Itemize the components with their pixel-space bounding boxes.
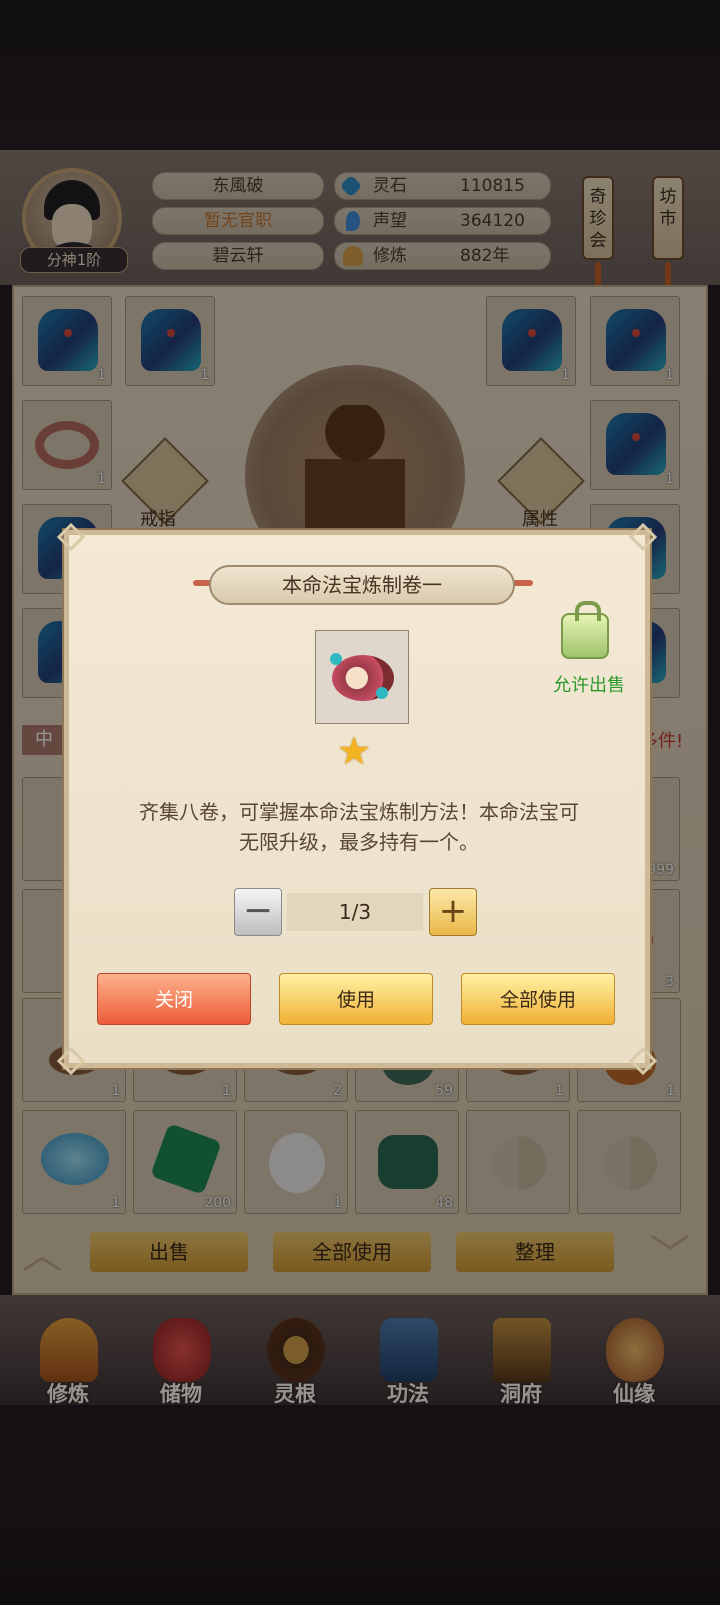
dialog-title: 本命法宝炼制卷一 [209, 565, 515, 605]
use-button[interactable]: 使用 [279, 973, 433, 1025]
item-description: 齐集八卷，可掌握本命法宝炼制方法！本命法宝可 无限升级，最多持有一个。 [99, 797, 619, 857]
description-line: 齐集八卷，可掌握本命法宝炼制方法！本命法宝可 [139, 800, 579, 824]
decrease-button[interactable]: − [234, 888, 282, 936]
use-all-button[interactable]: 全部使用 [461, 973, 615, 1025]
unlock-icon [561, 601, 609, 659]
close-button[interactable]: 关闭 [97, 973, 251, 1025]
description-line: 无限升级，最多持有一个。 [239, 830, 479, 854]
bead-icon [376, 687, 388, 699]
quantity-display: 1/3 [287, 893, 423, 931]
item-dialog: 本命法宝炼制卷一 ★ 允许出售 齐集八卷，可掌握本命法宝炼制方法！本命法宝可 无… [56, 522, 658, 1076]
item-preview [315, 630, 409, 724]
star-icon: ★ [337, 729, 372, 773]
bead-icon [330, 653, 342, 665]
increase-button[interactable]: + [429, 888, 477, 936]
sell-status: 允许出售 [553, 675, 625, 696]
